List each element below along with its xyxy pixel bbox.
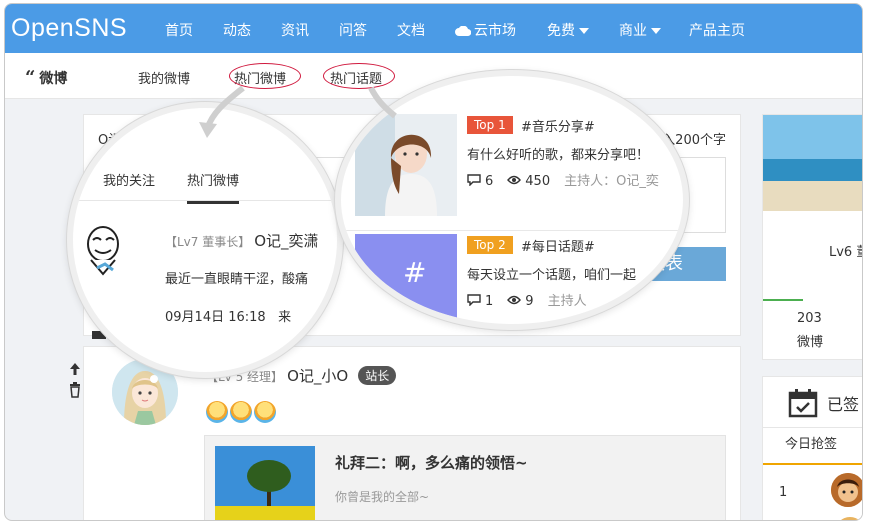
avatar[interactable] [831, 473, 862, 507]
signin-card: 已签 今日抢签 1 [762, 376, 862, 520]
cloud-icon [455, 26, 471, 36]
topic-title[interactable]: #音乐分享# [521, 116, 595, 135]
divider [341, 230, 683, 231]
divider [763, 427, 862, 428]
shared-thumbnail [215, 446, 315, 520]
author-level: 【Lv7 董事长】 [165, 235, 251, 249]
post-author: 【Lv7 董事长】 O记_奕潇 [165, 230, 319, 251]
author-name[interactable]: O记_小O [287, 367, 348, 385]
app-frame: OpenSNS 首页 动态 资讯 问答 文档 云市场 免费 商业 产品主页 “微… [4, 3, 863, 521]
topic-host: 主持人 [547, 294, 587, 309]
rank-number: 1 [779, 485, 788, 500]
nav-item-free[interactable]: 免费 [547, 20, 589, 40]
topic-meta: 1 9 主持人 [467, 290, 587, 309]
topic-host: 主持人：O记_奕 [564, 174, 659, 189]
comment-icon [467, 174, 481, 186]
comment-icon [467, 294, 481, 306]
shared-content[interactable]: 礼拜二：啊，多么痛的领悟~ 你曾是我的全部~ [204, 435, 726, 520]
rank-badge: Top 1 [467, 116, 513, 134]
zoom-lens-hot-weibo: · 我的关注 热门微博 【Lv7 董事长】 O记_奕潇 最近一直眼睛干涩，酸痛 0… [67, 102, 343, 378]
quote-icon: “ [25, 67, 36, 88]
chevron-down-icon [579, 28, 589, 34]
weibo-count-label: 微博 [797, 335, 824, 350]
emoji-row [206, 401, 278, 427]
avatar[interactable] [835, 517, 862, 520]
nav-item-news[interactable]: 资讯 [281, 20, 309, 40]
chevron-down-icon [651, 28, 661, 34]
svg-text:#: # [403, 256, 426, 289]
post-timestamp: 09月14日 16:18 [165, 310, 266, 325]
nav-item-cloud-market-label: 云市场 [474, 23, 516, 39]
nav-item-cloud-market[interactable]: 云市场 [455, 20, 516, 40]
nav-item-product-home[interactable]: 产品主页 [689, 20, 745, 40]
section-title-label: 微博 [39, 71, 68, 87]
divider [73, 200, 337, 201]
profile-card: Lv6 董 203 微博 [762, 114, 862, 360]
nav-item-docs[interactable]: 文档 [397, 20, 425, 40]
emoji-icon [254, 401, 276, 423]
tab-following[interactable]: 我的关注 [103, 170, 155, 189]
tab-today-signin[interactable]: 今日抢签 [785, 433, 837, 452]
post-time: 09月14日 16:18 来 [165, 306, 291, 325]
topic-item[interactable]: Top 1 #音乐分享# 有什么好听的歌，都来分享吧！ 6 450 主持人：O记_奕 [355, 114, 675, 222]
post-source: 来 [278, 310, 292, 325]
topic-thumbnail: # [355, 234, 457, 324]
eye-icon [507, 295, 522, 305]
topic-meta: 6 450 主持人：O记_奕 [467, 170, 659, 189]
top-navbar: OpenSNS 首页 动态 资讯 问答 文档 云市场 免费 商业 产品主页 [5, 4, 862, 53]
trash-icon[interactable] [67, 381, 83, 399]
comment-count: 1 [485, 294, 494, 309]
status-badge: 站长 [358, 366, 397, 385]
nav-item-free-label: 免费 [547, 23, 575, 39]
highlight-ring [323, 63, 395, 89]
tab-my-weibo[interactable]: 我的微博 [138, 68, 190, 87]
tab-separator-dot: · [83, 170, 88, 185]
topic-description: 有什么好听的歌，都来分享吧！ [467, 148, 650, 163]
zoom-lens-hot-topics: Top 1 #音乐分享# 有什么好听的歌，都来分享吧！ 6 450 主持人：O记_奕… [335, 70, 689, 330]
topic-item[interactable]: # Top 2 #每日话题# 每天设立一个话题，咱们一起 1 9 主持人 [355, 234, 675, 324]
avatar[interactable] [83, 224, 123, 278]
nav-item-home[interactable]: 首页 [165, 20, 193, 40]
shared-title[interactable]: 礼拜二：啊，多么痛的领悟~ [335, 452, 528, 473]
eye-icon [507, 175, 522, 185]
emoji-icon [230, 401, 252, 423]
author-name[interactable]: O记_奕潇 [254, 232, 318, 250]
nav-item-qa[interactable]: 问答 [339, 20, 367, 40]
profile-level: Lv6 董 [829, 245, 862, 260]
post-text: 最近一直眼睛干涩，酸痛 [165, 272, 309, 287]
signin-status[interactable]: 已签 [827, 391, 859, 415]
section-title: “微博 [25, 67, 67, 88]
tab-underline [763, 463, 862, 465]
comment-count: 6 [485, 174, 494, 189]
brand-logo[interactable]: OpenSNS [11, 14, 127, 43]
emoji-icon [206, 401, 228, 423]
rank-badge: Top 2 [467, 236, 513, 254]
view-count: 450 [525, 174, 551, 189]
highlight-ring [229, 63, 301, 89]
view-count: 9 [525, 294, 534, 309]
profile-cover [763, 115, 862, 211]
nav-item-feed[interactable]: 动态 [223, 20, 251, 40]
topic-thumbnail [355, 114, 457, 216]
arrow-up-icon[interactable] [67, 361, 83, 379]
progress-bar [763, 299, 803, 301]
weibo-count[interactable]: 203 [797, 311, 822, 326]
topic-title[interactable]: #每日话题# [521, 236, 595, 255]
tab-hot-weibo-active[interactable]: 热门微博 [187, 170, 240, 204]
topic-description: 每天设立一个话题，咱们一起 [467, 268, 637, 283]
nav-item-business-label: 商业 [619, 23, 647, 39]
shared-subtitle: 你曾是我的全部~ [335, 490, 430, 504]
nav-item-business[interactable]: 商业 [619, 20, 661, 40]
calendar-check-icon [788, 389, 818, 418]
